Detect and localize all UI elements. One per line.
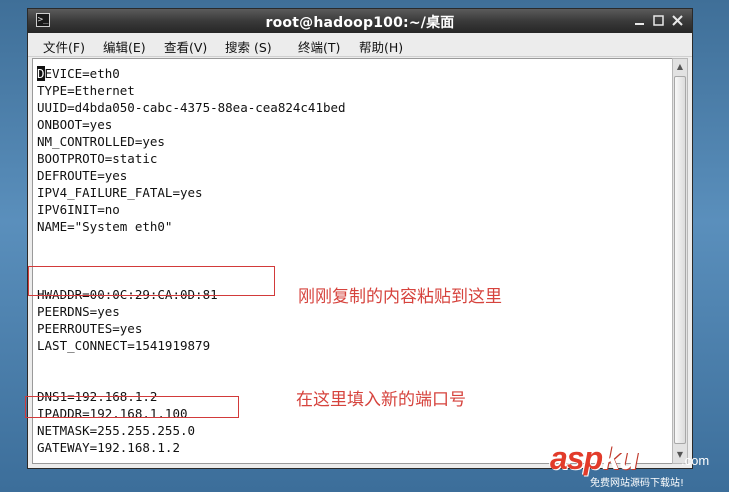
terminal-line: DEVICE=eth0 xyxy=(37,66,120,81)
scrollbar-thumb[interactable] xyxy=(674,76,686,444)
menu-view[interactable]: 查看(V) xyxy=(164,37,207,56)
window-title: root@hadoop100:~/桌面 xyxy=(265,15,455,31)
menu-edit[interactable]: 编辑(E) xyxy=(103,37,146,56)
minimize-icon[interactable] xyxy=(633,14,646,27)
watermark-domain: .com xyxy=(681,453,710,468)
terminal-line: PEERDNS=yes xyxy=(37,304,120,319)
terminal-line: TYPE=Ethernet xyxy=(37,83,135,98)
highlight-box-hwaddr xyxy=(28,266,275,296)
terminal-line: GATEWAY=192.168.1.2 xyxy=(37,440,180,455)
terminal-line: IPV4_FAILURE_FATAL=yes xyxy=(37,185,203,200)
scroll-up-icon[interactable]: ▲ xyxy=(674,60,686,74)
menu-help[interactable]: 帮助(H) xyxy=(359,37,403,56)
terminal-line: DEFROUTE=yes xyxy=(37,168,128,183)
terminal-line: IPV6INIT=no xyxy=(37,202,120,217)
highlight-box-ipaddr xyxy=(25,396,239,418)
site-watermark: aspku .com 免费网站源码下载站! xyxy=(550,440,725,489)
terminal-line: UUID=d4bda050-cabc-4375-88ea-cea824c41be… xyxy=(37,100,346,115)
menu-bar: 文件(F) 编辑(E) 查看(V) 搜索 (S) 终端(T) 帮助(H) xyxy=(28,33,692,57)
text-cursor: D xyxy=(37,66,45,81)
close-icon[interactable] xyxy=(671,14,684,27)
title-bar[interactable]: >_ root@hadoop100:~/桌面 xyxy=(28,9,692,33)
menu-terminal[interactable]: 终端(T) xyxy=(298,37,340,56)
terminal-line: NAME="System eth0" xyxy=(37,219,173,234)
annotation-paste-note: 刚刚复制的内容粘贴到这里 xyxy=(298,287,502,307)
terminal-line: LAST_CONNECT=1541919879 xyxy=(37,338,211,353)
terminal-line: PEERROUTES=yes xyxy=(37,321,143,336)
terminal-line: BOOTPROTO=static xyxy=(37,151,158,166)
terminal-line: NETMASK=255.255.255.0 xyxy=(37,423,196,438)
menu-search[interactable]: 搜索 (S) xyxy=(225,37,272,56)
watermark-logo: aspku xyxy=(550,440,638,476)
maximize-icon[interactable] xyxy=(652,14,665,27)
terminal-line: NM_CONTROLLED=yes xyxy=(37,134,165,149)
terminal-line: ONBOOT=yes xyxy=(37,117,113,132)
annotation-ip-note: 在这里填入新的端口号 xyxy=(296,390,466,410)
vertical-scrollbar[interactable]: ▲ ▼ xyxy=(672,58,688,464)
menu-file[interactable]: 文件(F) xyxy=(43,37,85,56)
watermark-tagline: 免费网站源码下载站! xyxy=(590,478,685,489)
